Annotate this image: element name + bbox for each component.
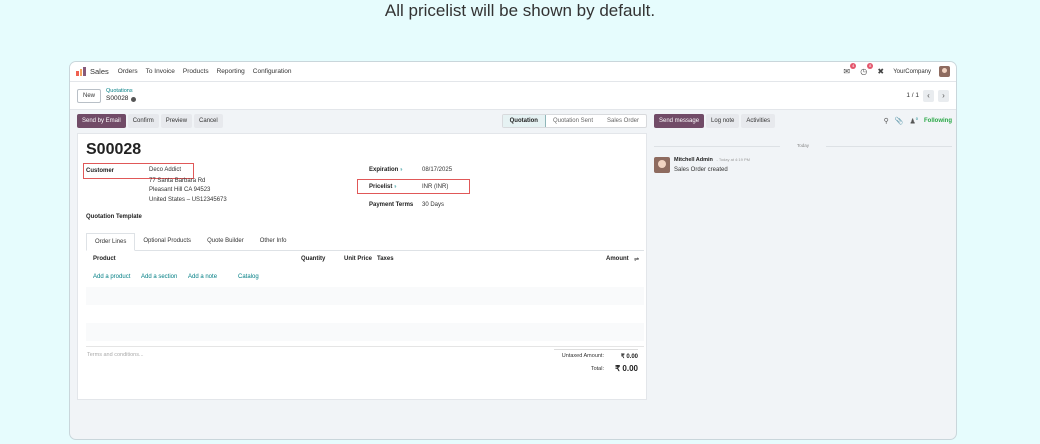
following-button[interactable]: Following	[924, 118, 952, 124]
expiration-label-text: Expiration	[369, 167, 399, 173]
message-author-name[interactable]: Mitchell Admin	[674, 157, 713, 163]
date-separator: Today	[654, 143, 952, 148]
chevron-right-icon[interactable]: ›	[938, 89, 949, 102]
catalog-link[interactable]: Catalog	[238, 274, 259, 280]
column-product[interactable]: Product	[93, 256, 116, 262]
breadcrumb-current-label: S00028	[106, 95, 129, 102]
add-product-link[interactable]: Add a product	[93, 274, 130, 280]
send-message-button[interactable]: Send message	[654, 114, 705, 128]
pager: 1 / 1 ‹ ›	[906, 89, 949, 102]
quotation-template-label: Quotation Template	[86, 214, 142, 220]
search-icon[interactable]: ⚲	[884, 117, 889, 125]
help-icon: ?	[400, 167, 403, 172]
form-area: Send by Email Confirm Preview Cancel Quo…	[77, 113, 647, 400]
message-body: Sales Order created	[674, 167, 728, 173]
notebook-tabs: Order Lines Optional Products Quote Buil…	[86, 233, 644, 251]
page-title: S00028	[86, 141, 142, 158]
user-avatar[interactable]	[939, 66, 950, 77]
terms-input[interactable]: Terms and conditions...	[87, 352, 144, 358]
breadcrumb-quotations[interactable]: Quotations	[106, 88, 136, 95]
tab-order-lines[interactable]: Order Lines	[86, 233, 136, 251]
column-unit-price[interactable]: Unit Price	[344, 256, 372, 262]
cancel-button[interactable]: Cancel	[194, 114, 223, 128]
pricelist-label: Pricelist ?	[369, 184, 396, 190]
tools-icon[interactable]: ✖	[876, 67, 885, 76]
sales-app-icon[interactable]	[76, 67, 87, 76]
control-panel: New Quotations S00028 1 / 1 ‹ ›	[70, 82, 956, 110]
breadcrumb: Quotations S00028	[106, 88, 137, 103]
chatter-actions: ⚲ 📎 ♟0 Following	[884, 116, 952, 125]
company-switcher[interactable]: YourCompany	[893, 69, 931, 75]
confirm-button[interactable]: Confirm	[127, 114, 159, 128]
tab-other-info[interactable]: Other Info	[252, 233, 295, 250]
untaxed-amount-value: ₹ 0.00	[620, 354, 638, 360]
status-quotation[interactable]: Quotation	[502, 115, 546, 127]
followers-count: 0	[915, 116, 918, 122]
total-label: Total:	[590, 366, 604, 372]
empty-row	[86, 287, 644, 305]
payment-terms-field[interactable]: 30 Days	[422, 201, 444, 211]
tab-optional-products[interactable]: Optional Products	[135, 233, 199, 250]
message-author: Mitchell Admin - Today at 4:19 PM	[674, 157, 750, 163]
gear-icon[interactable]	[131, 96, 137, 102]
chat-badge: 4	[850, 63, 857, 69]
new-button[interactable]: New	[77, 88, 102, 103]
app-name[interactable]: Sales	[90, 67, 109, 76]
add-note-link[interactable]: Add a note	[188, 274, 217, 280]
expiration-field[interactable]: 08/17/2025	[422, 166, 452, 176]
column-taxes[interactable]: Taxes	[377, 256, 394, 262]
chat-icon[interactable]: ✉ 4	[842, 63, 857, 76]
activity-clock-icon[interactable]: ◷ 8	[859, 63, 874, 76]
chevron-left-icon[interactable]: ‹	[923, 89, 934, 102]
message-time: - Today at 4:19 PM	[716, 157, 750, 162]
breadcrumb-current: S00028	[106, 95, 137, 103]
payment-terms-label: Payment Terms	[369, 202, 414, 208]
customer-address-line2: Pleasant Hill CA 94523	[149, 187, 211, 193]
status-sales-order[interactable]: Sales Order	[600, 115, 646, 127]
untaxed-amount-label: Untaxed Amount:	[561, 353, 604, 359]
activities-button[interactable]: Activities	[741, 114, 776, 128]
menu-configuration[interactable]: Configuration	[253, 68, 292, 75]
menu-to-invoice[interactable]: To Invoice	[146, 68, 175, 75]
menu-products[interactable]: Products	[183, 68, 209, 75]
form-sheet: S00028 Customer Deco Addict 77 Santa Bar…	[77, 133, 647, 400]
top-navbar: Sales Orders To Invoice Products Reporti…	[70, 62, 956, 82]
message-avatar	[654, 157, 670, 173]
status-quotation-sent[interactable]: Quotation Sent	[546, 115, 600, 127]
preview-button[interactable]: Preview	[160, 114, 193, 128]
divider	[86, 346, 644, 347]
menu-reporting[interactable]: Reporting	[217, 68, 245, 75]
caption-text: All pricelist will be shown by default.	[384, 1, 656, 20]
customer-address-line3: United States – US12345673	[149, 197, 227, 203]
help-icon: ?	[394, 184, 397, 189]
menu-orders[interactable]: Orders	[118, 68, 138, 75]
pager-value[interactable]: 1 / 1	[906, 92, 919, 99]
column-quantity[interactable]: Quantity	[301, 256, 325, 262]
pricelist-label-text: Pricelist	[369, 184, 393, 190]
customer-label: Customer	[86, 168, 115, 174]
customer-field[interactable]: Deco Addict	[149, 166, 181, 176]
activity-badge: 8	[867, 63, 874, 69]
app-window: Sales Orders To Invoice Products Reporti…	[69, 61, 957, 440]
tab-quote-builder[interactable]: Quote Builder	[199, 233, 252, 250]
expiration-label: Expiration ?	[369, 167, 402, 173]
paperclip-icon[interactable]: 📎	[895, 117, 904, 125]
add-section-link[interactable]: Add a section	[141, 274, 177, 280]
totals-divider	[554, 349, 638, 350]
chatter-panel: Send message Log note Activities ⚲ 📎 ♟0 …	[654, 113, 952, 173]
send-by-email-button[interactable]: Send by Email	[77, 114, 126, 128]
total-value: ₹ 0.00	[615, 364, 638, 373]
pricelist-field[interactable]: INR (INR)	[422, 183, 448, 193]
status-bar: Quotation Quotation Sent Sales Order	[501, 114, 647, 128]
log-note-button[interactable]: Log note	[706, 114, 740, 128]
action-bar: Send by Email Confirm Preview Cancel Quo…	[77, 113, 647, 129]
column-amount[interactable]: Amount	[606, 256, 629, 262]
empty-row	[86, 323, 644, 341]
column-settings-icon[interactable]: ⇌	[634, 256, 639, 263]
empty-row	[86, 305, 644, 323]
followers-icon[interactable]: ♟0	[909, 116, 918, 125]
topbar-systray: ✉ 4 ◷ 8 ✖ YourCompany	[842, 63, 950, 77]
chatter-toolbar: Send message Log note Activities ⚲ 📎 ♟0 …	[654, 113, 952, 129]
